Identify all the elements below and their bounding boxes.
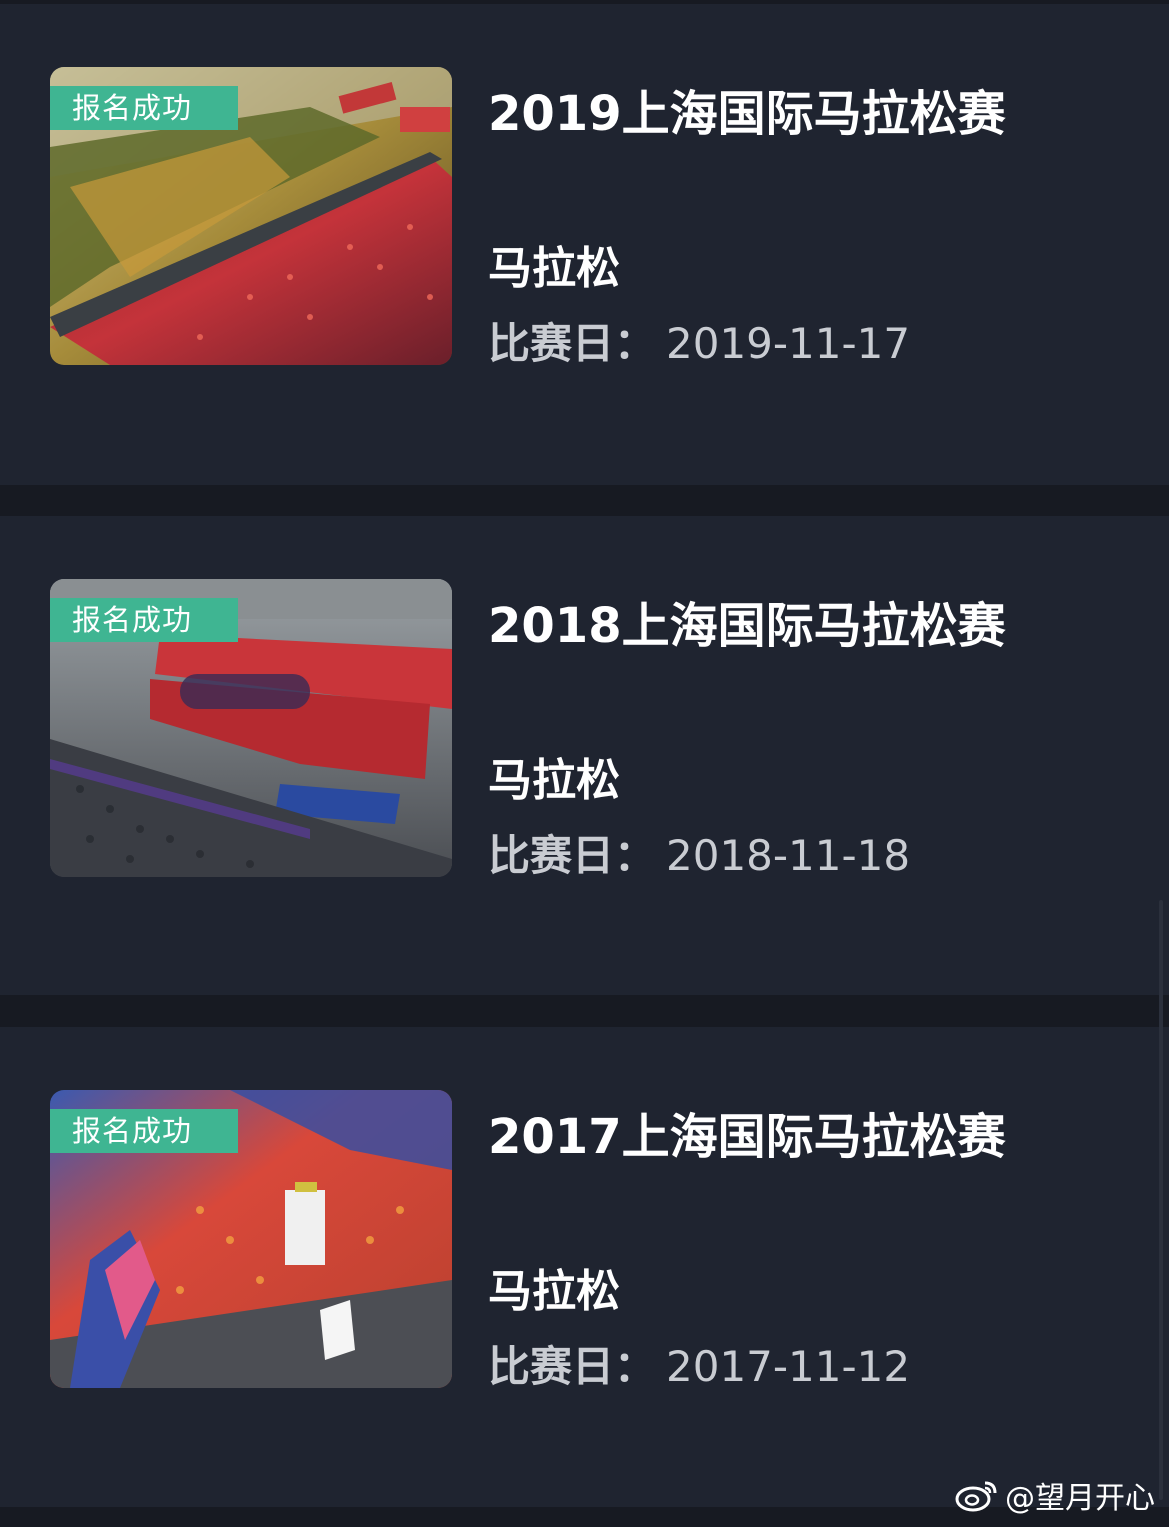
race-date: 比赛日： 2019-11-17 — [488, 310, 910, 371]
scrollbar[interactable] — [1159, 900, 1163, 1500]
registration-success-badge: 报名成功 — [50, 86, 238, 130]
event-photo: 报名成功 — [50, 67, 452, 365]
event-title: 2019上海国际马拉松赛 — [488, 86, 1006, 142]
event-category: 马拉松 — [488, 755, 620, 806]
race-date: 比赛日： 2017-11-12 — [488, 1333, 910, 1394]
event-category: 马拉松 — [488, 243, 620, 294]
race-date: 比赛日： 2018-11-18 — [488, 822, 910, 883]
race-date-label: 比赛日： — [488, 1342, 657, 1391]
event-card-2017[interactable]: 报名成功 2017上海国际马拉松赛 马拉松 比赛日： 2017-11-12 — [0, 1027, 1169, 1507]
event-list-page: 报名成功 2019上海国际马拉松赛 马拉松 比赛日： 2019-11-17 报名… — [0, 0, 1169, 1527]
event-card-2018[interactable]: 报名成功 2018上海国际马拉松赛 马拉松 比赛日： 2018-11-18 — [0, 516, 1169, 995]
event-photo: 报名成功 — [50, 1090, 452, 1388]
watermark-text: @望月开心 — [1005, 1481, 1155, 1516]
event-title: 2017上海国际马拉松赛 — [488, 1109, 1006, 1165]
weibo-logo-icon — [955, 1481, 997, 1512]
weibo-watermark: @望月开心 — [955, 1473, 1155, 1517]
race-date-value: 2018-11-18 — [666, 831, 911, 880]
race-date-value: 2019-11-17 — [666, 319, 911, 368]
race-date-label: 比赛日： — [488, 319, 657, 368]
event-card-2019[interactable]: 报名成功 2019上海国际马拉松赛 马拉松 比赛日： 2019-11-17 — [0, 4, 1169, 485]
event-category: 马拉松 — [488, 1266, 620, 1317]
event-title: 2018上海国际马拉松赛 — [488, 598, 1006, 654]
registration-success-badge: 报名成功 — [50, 1109, 238, 1153]
registration-success-badge: 报名成功 — [50, 598, 238, 642]
race-date-value: 2017-11-12 — [666, 1342, 911, 1391]
event-photo: 报名成功 — [50, 579, 452, 877]
race-date-label: 比赛日： — [488, 831, 657, 880]
